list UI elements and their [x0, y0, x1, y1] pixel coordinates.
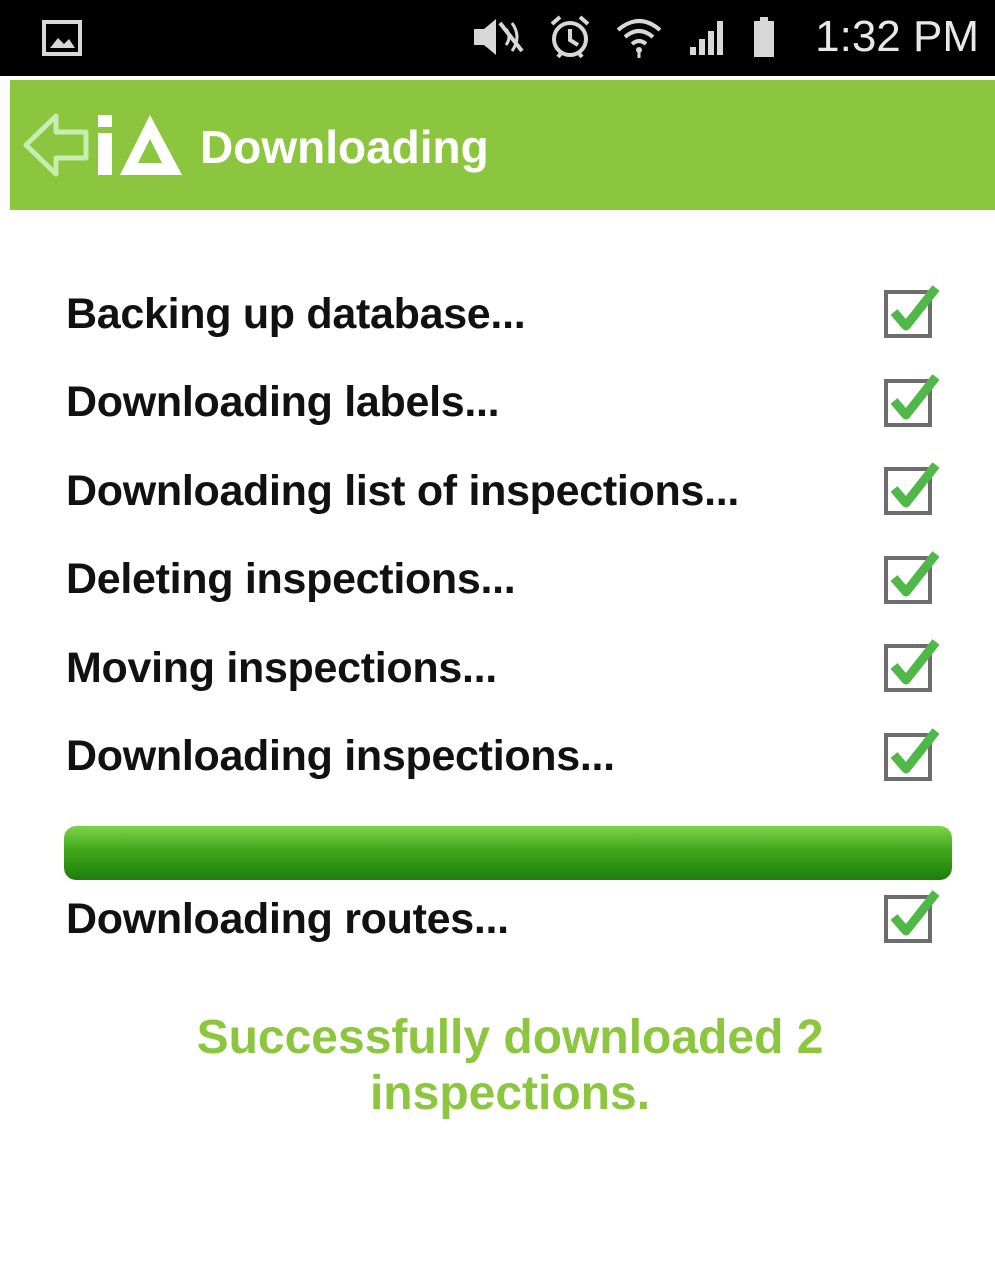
checkbox-checked-icon: [884, 371, 942, 432]
status-clock: 1:32 PM: [815, 12, 979, 61]
gallery-icon: [42, 20, 82, 61]
task-row-routes: Downloading routes...: [66, 875, 946, 963]
task-list: Backing up database... Downloading label…: [66, 270, 946, 801]
task-label: Deleting inspections...: [66, 555, 516, 604]
status-icons: [470, 14, 798, 60]
page-title: Downloading: [200, 121, 489, 173]
app-bar: Downloading: [10, 80, 995, 210]
wifi-icon: [614, 14, 664, 60]
alarm-icon: [548, 14, 592, 60]
task-row: Deleting inspections...: [66, 536, 946, 625]
task-label: Downloading labels...: [66, 378, 500, 427]
success-message: Successfully downloaded 2 inspections.: [196, 1011, 824, 1120]
checkbox-checked-icon: [884, 887, 942, 948]
task-label: Moving inspections...: [66, 643, 497, 692]
task-label: Downloading routes...: [66, 894, 509, 943]
ia-logo-icon: [94, 113, 190, 177]
checkbox-checked-icon: [884, 459, 942, 520]
task-row: Downloading list of inspections...: [66, 447, 946, 536]
checkbox-checked-icon: [884, 548, 942, 609]
status-bar: 1:32 PM: [0, 0, 995, 76]
task-row: Downloading inspections...: [66, 713, 946, 802]
task-row: Moving inspections...: [66, 624, 946, 713]
task-label: Backing up database...: [66, 289, 526, 338]
checkbox-checked-icon: [884, 282, 942, 343]
checkbox-checked-icon: [884, 636, 942, 697]
mute-icon: [470, 15, 526, 59]
download-progress-bar: [64, 826, 952, 880]
battery-icon: [752, 15, 776, 59]
back-arrow-icon[interactable]: [20, 108, 94, 187]
task-row: Downloading labels...: [66, 359, 946, 448]
task-label: Downloading list of inspections...: [66, 466, 740, 515]
progress-fill: [64, 826, 952, 880]
task-label: Downloading inspections...: [66, 732, 615, 781]
signal-icon: [686, 17, 730, 57]
checkbox-checked-icon: [884, 725, 942, 786]
task-row: Backing up database...: [66, 270, 946, 359]
